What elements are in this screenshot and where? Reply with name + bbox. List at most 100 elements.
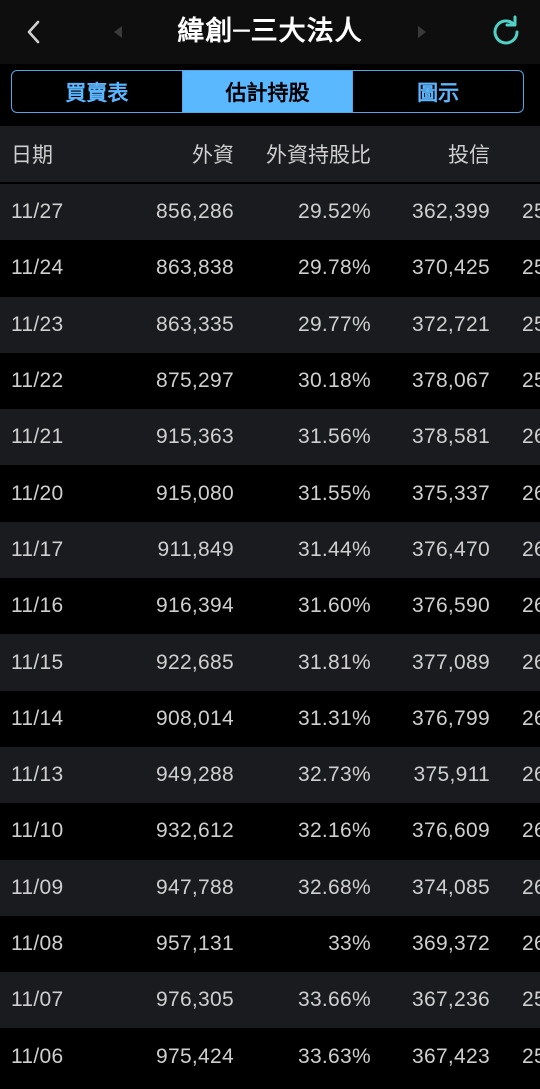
table-row[interactable]: 11/16 916,394 31.60% 376,590 26 <box>0 578 540 635</box>
tab-estimated-holdings[interactable]: 估計持股 <box>182 71 354 112</box>
dealer-cell-partial: 25 <box>522 369 540 393</box>
foreign-cell: 947,788 <box>155 875 234 899</box>
tab-buy-sell-table[interactable]: 買賣表 <box>12 71 183 112</box>
foreign-cell: 915,080 <box>155 481 234 505</box>
foreign-ratio-cell: 29.52% <box>297 200 371 224</box>
table-row[interactable]: 11/21 915,363 31.56% 378,581 26 <box>0 409 540 466</box>
trust-cell: 362,399 <box>411 200 490 224</box>
dealer-cell-partial: 26 <box>522 763 540 787</box>
table-row[interactable]: 11/14 908,014 31.31% 376,799 26 <box>0 690 540 747</box>
dealer-cell-partial: 26 <box>522 425 540 449</box>
table-row[interactable]: 11/20 915,080 31.55% 375,337 26 <box>0 465 540 522</box>
date-cell: 11/16 <box>11 594 64 618</box>
foreign-ratio-cell: 32.68% <box>297 875 371 899</box>
dealer-cell-partial: 26 <box>522 819 540 843</box>
holdings-table-body: 11/27 856,286 29.52% 362,399 25 11/24 863,838 2… <box>0 184 540 1085</box>
back-button[interactable] <box>14 12 54 52</box>
dealer-cell-partial: 25 <box>522 200 540 224</box>
tab-chart[interactable]: 圖示 <box>353 71 523 112</box>
trust-cell: 370,425 <box>411 256 490 280</box>
foreign-cell: 975,424 <box>155 1044 234 1068</box>
date-cell: 11/22 <box>11 369 64 393</box>
dealer-cell-partial: 25 <box>522 256 540 280</box>
foreign-cell: 976,305 <box>155 988 234 1012</box>
foreign-cell: 957,131 <box>155 932 234 955</box>
view-tabs: 買賣表 估計持股 圖示 <box>11 70 524 113</box>
trust-cell: 372,721 <box>411 312 490 336</box>
date-cell: 11/17 <box>11 537 64 561</box>
date-cell: 11/15 <box>11 650 64 674</box>
column-header-foreign-ratio[interactable]: 外資持股比 <box>240 126 371 182</box>
page-title: 緯創─三大法人 <box>177 16 363 47</box>
foreign-cell: 922,685 <box>155 650 234 674</box>
foreign-ratio-cell: 30.18% <box>297 369 371 393</box>
table-row[interactable]: 11/17 911,849 31.44% 376,470 26 <box>0 521 540 579</box>
table-row[interactable]: 11/13 949,288 32.73% 375,911 26 <box>0 746 540 804</box>
dealer-cell-partial: 26 <box>522 481 540 505</box>
foreign-cell: 908,014 <box>155 706 234 730</box>
date-cell: 11/08 <box>11 932 64 955</box>
trust-cell: 377,089 <box>411 650 490 674</box>
trust-cell: 375,911 <box>413 763 490 787</box>
table-row[interactable]: 11/15 922,685 31.81% 377,089 26 <box>0 634 540 691</box>
date-cell: 11/21 <box>11 425 64 449</box>
triangle-right-icon <box>418 26 426 38</box>
foreign-ratio-cell: 32.16% <box>297 819 371 843</box>
trust-cell: 376,609 <box>411 819 490 843</box>
trust-cell: 369,372 <box>411 932 490 955</box>
previous-stock-button[interactable] <box>104 18 132 46</box>
foreign-cell: 911,849 <box>157 537 234 561</box>
trust-cell: 367,423 <box>411 1044 490 1068</box>
foreign-cell: 916,394 <box>155 594 234 618</box>
date-cell: 11/09 <box>11 875 64 899</box>
dealer-cell-partial: 25 <box>522 312 540 336</box>
table-row[interactable]: 11/10 932,612 32.16% 376,609 26 <box>0 803 540 860</box>
date-cell: 11/07 <box>11 988 64 1012</box>
trust-cell: 375,337 <box>411 481 490 505</box>
table-row[interactable]: 11/08 957,131 33% 369,372 26 <box>0 915 540 973</box>
table-row[interactable]: 11/06 975,424 33.63% 367,423 25 <box>0 1028 540 1085</box>
foreign-ratio-cell: 29.78% <box>297 256 371 280</box>
foreign-cell: 856,286 <box>155 200 234 224</box>
table-row[interactable]: 11/22 875,297 30.18% 378,067 25 <box>0 352 540 410</box>
foreign-cell: 863,335 <box>155 312 234 336</box>
column-header-trust[interactable]: 投信 <box>380 126 490 182</box>
date-cell: 11/13 <box>11 763 64 787</box>
table-row[interactable]: 11/27 856,286 29.52% 362,399 25 <box>0 184 540 241</box>
date-cell: 11/06 <box>11 1044 64 1068</box>
column-header-date[interactable]: 日期 <box>11 126 111 182</box>
trust-cell: 376,799 <box>411 706 490 730</box>
dealer-cell-partial: 26 <box>522 537 540 561</box>
foreign-ratio-cell: 31.56% <box>297 425 371 449</box>
foreign-ratio-cell: 33.63% <box>297 1044 371 1068</box>
next-stock-button[interactable] <box>408 18 436 46</box>
dealer-cell-partial: 25 <box>522 1044 540 1068</box>
dealer-cell-partial: 26 <box>522 650 540 674</box>
foreign-cell: 863,838 <box>155 256 234 280</box>
foreign-cell: 949,288 <box>155 763 234 787</box>
trust-cell: 378,581 <box>411 425 490 449</box>
table-row[interactable]: 11/09 947,788 32.68% 374,085 26 <box>0 859 540 916</box>
date-cell: 11/27 <box>11 200 64 224</box>
foreign-ratio-cell: 31.55% <box>297 481 371 505</box>
dealer-cell-partial: 26 <box>522 594 540 618</box>
date-cell: 11/10 <box>11 819 64 843</box>
table-row[interactable]: 11/07 976,305 33.66% 367,236 25 <box>0 972 540 1029</box>
foreign-ratio-cell: 31.60% <box>297 594 371 618</box>
chevron-left-icon <box>27 20 40 44</box>
foreign-ratio-cell: 33.66% <box>297 988 371 1012</box>
refresh-icon <box>493 15 519 45</box>
foreign-ratio-cell: 32.73% <box>297 763 371 787</box>
column-header-foreign[interactable]: 外資 <box>110 126 234 182</box>
date-cell: 11/24 <box>11 256 64 280</box>
top-bar: 緯創─三大法人 <box>0 0 540 64</box>
table-row[interactable]: 11/23 863,335 29.77% 372,721 25 <box>0 296 540 353</box>
triangle-left-icon <box>114 26 122 38</box>
foreign-cell: 915,363 <box>155 425 234 449</box>
foreign-ratio-cell: 31.44% <box>297 537 371 561</box>
foreign-cell: 932,612 <box>155 819 234 843</box>
dealer-cell-partial: 26 <box>522 706 540 730</box>
foreign-cell: 875,297 <box>155 369 234 393</box>
table-row[interactable]: 11/24 863,838 29.78% 370,425 25 <box>0 240 540 297</box>
refresh-button[interactable] <box>484 10 528 54</box>
